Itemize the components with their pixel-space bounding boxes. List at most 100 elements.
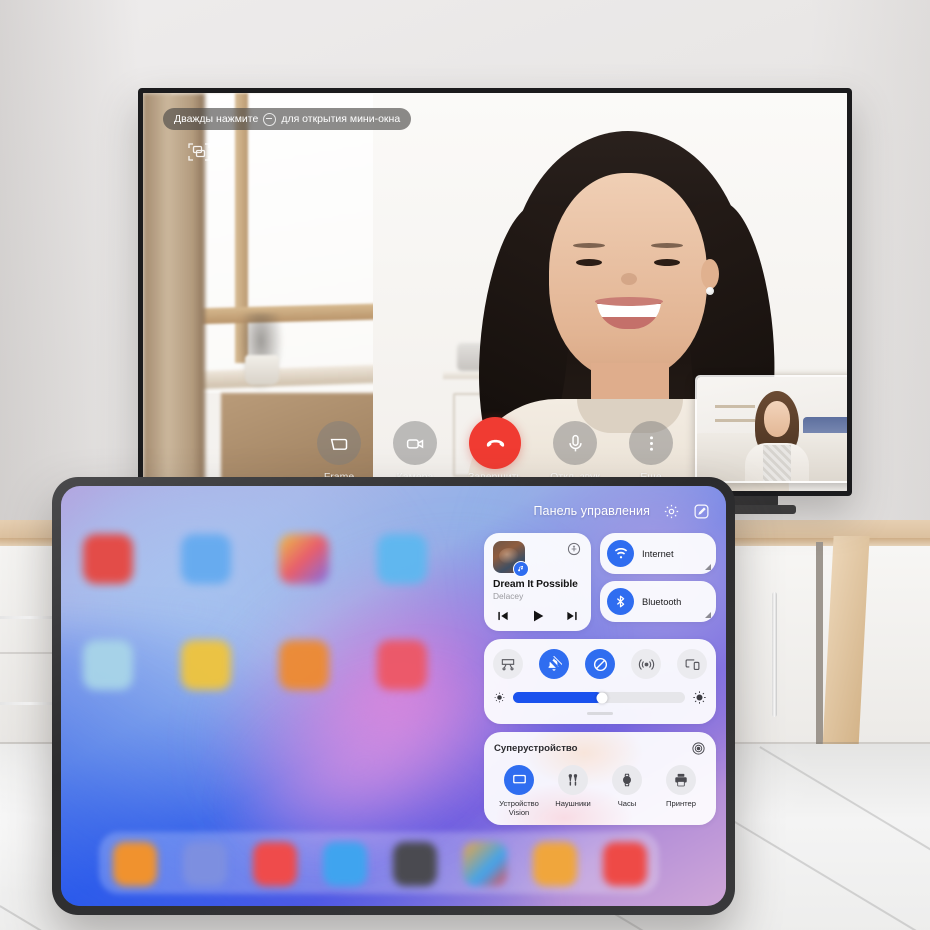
screenshot-stage: Дважды нажмите для открытия мини-окна Па… xyxy=(0,0,930,930)
previous-track-icon[interactable] xyxy=(496,609,510,623)
dock-app-icon[interactable] xyxy=(183,842,227,886)
superdevice-card: Суперустройство Устройство Vision Наушни… xyxy=(484,731,716,825)
brightness-slider-fill xyxy=(513,692,603,703)
participant-eye xyxy=(654,259,680,266)
control-panel: Панель управления Dream It Possible Dela… xyxy=(484,496,716,825)
tablet-device: Панель управления Dream It Possible Dela… xyxy=(52,477,735,915)
app-icon[interactable] xyxy=(83,640,133,690)
tv-screen: Дважды нажмите для открытия мини-окна xyxy=(143,93,847,491)
tooltip-prefix: Дважды нажмите xyxy=(174,113,259,125)
music-note-icon xyxy=(513,561,529,577)
panel-drag-handle[interactable] xyxy=(587,712,613,715)
play-icon[interactable] xyxy=(530,608,546,624)
pip-shelf xyxy=(715,405,755,408)
vision-tv-icon xyxy=(504,764,534,795)
superdevice-header: Суперустройство xyxy=(494,741,706,756)
device-printer[interactable]: Принтер xyxy=(656,764,706,817)
app-icon[interactable] xyxy=(181,640,231,690)
rotation-lock-icon[interactable] xyxy=(585,649,615,679)
media-artist: Delacey xyxy=(493,591,524,601)
dock-app-icon[interactable] xyxy=(533,842,577,886)
dock-app-icon[interactable] xyxy=(323,842,367,886)
device-label: Принтер xyxy=(666,798,696,808)
brightness-slider[interactable] xyxy=(513,692,685,703)
multi-screen-icon[interactable] xyxy=(677,649,707,679)
device-watch[interactable]: Часы xyxy=(602,764,652,817)
dock-app-icon[interactable] xyxy=(393,842,437,886)
internet-toggle[interactable]: Internet xyxy=(600,533,716,574)
bluetooth-label: Bluetooth xyxy=(642,596,682,607)
control-panel-title: Панель управления xyxy=(533,504,650,518)
home-app-row xyxy=(83,534,503,584)
call-control-frame[interactable]: Frame xyxy=(317,421,361,483)
home-dock-items xyxy=(113,842,647,886)
dock-app-icon[interactable] xyxy=(603,842,647,886)
more-dots-icon[interactable] xyxy=(629,421,673,465)
expand-corner-icon[interactable] xyxy=(705,564,711,570)
media-player-card[interactable]: Dream It Possible Delacey xyxy=(484,533,591,631)
gear-icon[interactable] xyxy=(663,503,680,520)
printer-icon xyxy=(666,764,696,795)
circle-button-icon xyxy=(263,112,277,126)
media-controls xyxy=(493,608,582,624)
brightness-control xyxy=(493,690,707,705)
dock-app-icon[interactable] xyxy=(253,842,297,886)
expand-corner-icon[interactable] xyxy=(705,612,711,618)
media-card-top xyxy=(493,541,582,577)
participant-eyebrow xyxy=(651,243,683,248)
app-icon[interactable] xyxy=(377,640,427,690)
dock-app-icon[interactable] xyxy=(113,842,157,886)
device-label: Наушники xyxy=(555,798,591,808)
mini-window-tooltip: Дважды нажмите для открытия мини-окна xyxy=(163,108,412,130)
screenshot-icon[interactable] xyxy=(493,649,523,679)
brightness-low-icon xyxy=(493,691,506,704)
control-panel-top-row: Dream It Possible Delacey Internet Bluet… xyxy=(484,533,716,631)
tooltip-suffix: для открытия мини-окна xyxy=(281,113,401,125)
album-art-wrapper xyxy=(493,541,529,577)
scene-plant-pot xyxy=(245,355,279,385)
app-icon[interactable] xyxy=(83,534,133,584)
call-control-camera[interactable]: Камера xyxy=(393,421,437,483)
end-call-icon[interactable] xyxy=(469,417,521,469)
participant-nose xyxy=(621,273,637,285)
bell-mute-icon[interactable] xyxy=(539,649,569,679)
app-icon[interactable] xyxy=(377,534,427,584)
wifi-icon xyxy=(607,540,634,567)
participant-ear xyxy=(701,259,719,289)
control-panel-header: Панель управления xyxy=(484,496,716,526)
hotspot-icon[interactable] xyxy=(631,649,661,679)
superdevice-device-row: Устройство Vision Наушники Часы Принтер xyxy=(494,764,706,817)
edit-pencil-icon[interactable] xyxy=(693,503,710,520)
app-icon[interactable] xyxy=(279,640,329,690)
home-app-row xyxy=(83,640,503,690)
bluetooth-toggle[interactable]: Bluetooth xyxy=(600,581,716,622)
dock-app-icon[interactable] xyxy=(463,842,507,886)
participant-upper-lip xyxy=(595,297,663,306)
next-track-icon[interactable] xyxy=(565,609,579,623)
brightness-high-icon xyxy=(692,690,707,705)
camera-icon[interactable] xyxy=(393,421,437,465)
frame-icon[interactable] xyxy=(317,421,361,465)
call-control-mute[interactable]: Откл. звук xyxy=(550,421,600,483)
cabinet-gap xyxy=(816,542,823,750)
participant-earring xyxy=(706,287,714,295)
brightness-slider-knob[interactable] xyxy=(596,692,608,703)
device-vision[interactable]: Устройство Vision xyxy=(494,764,544,817)
device-earbuds[interactable]: Наушники xyxy=(548,764,598,817)
bluetooth-icon xyxy=(607,588,634,615)
call-control-bar: Frame Камера xyxy=(143,417,847,483)
cast-icon[interactable] xyxy=(566,541,582,557)
connectivity-toggles: Internet Bluetooth xyxy=(600,533,716,631)
call-control-more[interactable]: Еще xyxy=(629,421,673,483)
tablet-screen: Панель управления Dream It Possible Dela… xyxy=(61,486,726,906)
app-icon[interactable] xyxy=(279,534,329,584)
quick-toggle-row xyxy=(493,649,707,679)
radar-scan-icon[interactable] xyxy=(691,741,706,756)
internet-label: Internet xyxy=(642,548,674,559)
participant-eyebrow xyxy=(573,243,605,248)
microphone-icon[interactable] xyxy=(553,421,597,465)
call-control-end[interactable]: Завершить xyxy=(468,417,522,483)
mini-window-icon[interactable] xyxy=(187,141,211,163)
device-label: Часы xyxy=(617,798,637,808)
app-icon[interactable] xyxy=(181,534,231,584)
